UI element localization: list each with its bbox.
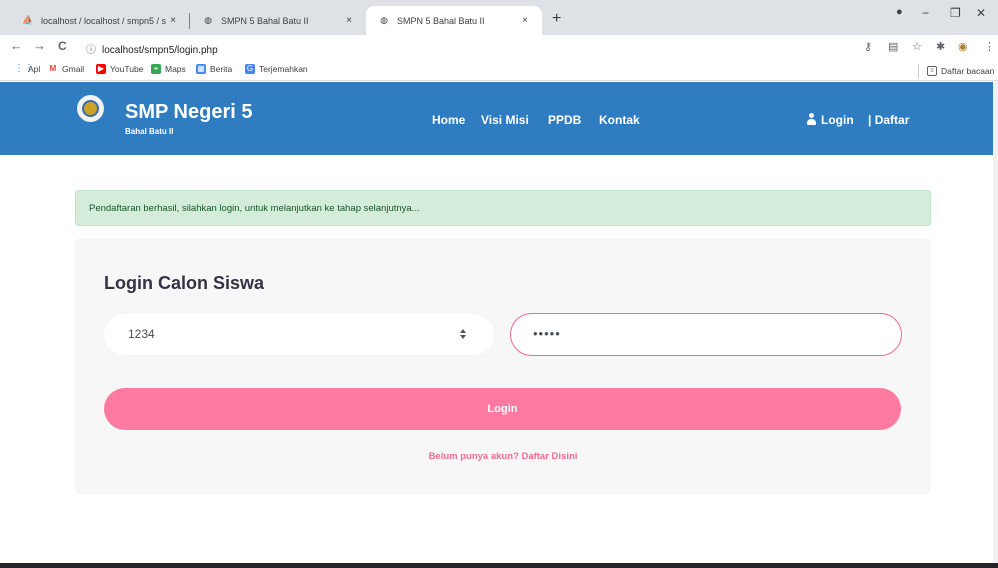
footer: [0, 563, 998, 568]
nav-kontak[interactable]: Kontak: [599, 113, 640, 127]
bookmark-label: Gmail: [62, 64, 85, 74]
extensions-icon[interactable]: ✱: [936, 40, 945, 53]
new-tab-button[interactable]: +: [552, 10, 561, 28]
translate-page-icon[interactable]: ▤: [888, 40, 898, 53]
nav-ppdb[interactable]: PPDB: [548, 113, 581, 127]
avatar[interactable]: ◉: [958, 40, 968, 53]
login-button[interactable]: Login: [104, 388, 901, 430]
gmail-icon: M: [49, 64, 57, 73]
phpmyadmin-favicon-icon: ⛵: [22, 15, 34, 25]
url-field[interactable]: ⓘ localhost/smpn5/login.php: [86, 41, 218, 56]
tab-title: SMPN 5 Bahal Batu II: [397, 15, 485, 26]
login-title: Login Calon Siswa: [104, 273, 265, 293]
forward-button[interactable]: →: [33, 38, 46, 53]
menu-kebab-icon[interactable]: ⋮: [984, 40, 995, 53]
bookmark-maps[interactable]: ⌖ Maps: [151, 64, 186, 74]
minimize-button[interactable]: −: [922, 6, 929, 20]
success-alert: Pendaftaran berhasil, silahkan login, un…: [75, 190, 931, 226]
tab-close-icon[interactable]: ×: [518, 15, 532, 26]
school-logo[interactable]: [77, 95, 104, 122]
bookmark-label: YouTube: [110, 64, 144, 74]
bookmark-berita[interactable]: ▦ Berita: [196, 64, 232, 74]
divider: [918, 64, 919, 78]
url-text: localhost/smpn5/login.php: [102, 45, 218, 56]
nav-visi-misi[interactable]: Visi Misi: [481, 113, 529, 127]
news-icon: ▦: [196, 64, 206, 74]
bookmarks-bar: ⋮⋮ Apl M Gmail ▶ YouTube ⌖ Maps ▦ Berita…: [0, 59, 998, 81]
reading-list-label: Daftar bacaan: [941, 66, 995, 76]
browser-tab-strip: ⛵ localhost / localhost / smpn5 / s × ◍ …: [0, 0, 998, 35]
apps-grid-icon: ⋮⋮: [14, 63, 34, 74]
reading-list-icon: ≡: [927, 66, 937, 76]
bookmark-youtube[interactable]: ▶ YouTube: [96, 64, 143, 74]
nav-login[interactable]: Login: [821, 113, 854, 127]
login-card: Login Calon Siswa 1234 ••••• Login Belum…: [75, 238, 931, 494]
browser-tab-smpn5[interactable]: ◍ SMPN 5 Bahal Batu II ×: [190, 6, 366, 35]
tab-title: SMPN 5 Bahal Batu II: [221, 15, 309, 26]
bookmark-label: Maps: [165, 64, 186, 74]
number-spinner-icon[interactable]: [459, 329, 467, 341]
profile-icon[interactable]: ●: [896, 6, 903, 18]
brand-name[interactable]: SMP Negeri 5: [125, 101, 252, 124]
bookmark-terjemahkan[interactable]: G Terjemahkan: [245, 64, 308, 74]
bookmark-label: Terjemahkan: [259, 64, 308, 74]
tab-close-icon[interactable]: ×: [166, 15, 180, 26]
bookmark-label: Berita: [210, 64, 233, 74]
reading-list[interactable]: ≡ Daftar bacaan: [918, 64, 994, 78]
back-button[interactable]: ←: [10, 38, 23, 53]
browser-tab-phpmyadmin[interactable]: ⛵ localhost / localhost / smpn5 / s ×: [10, 6, 190, 35]
site-header: SMP Negeri 5 Bahal Batu II Home Visi Mis…: [0, 82, 998, 155]
bookmark-star-icon[interactable]: ☆: [912, 40, 922, 53]
window-close-button[interactable]: ✕: [976, 6, 986, 20]
password-input[interactable]: •••••: [510, 313, 902, 356]
reload-button[interactable]: C: [58, 39, 67, 53]
globe-favicon-icon: ◍: [380, 15, 388, 25]
bookmark-apps[interactable]: ⋮⋮ Apl: [14, 63, 41, 75]
bookmark-gmail[interactable]: M Gmail: [48, 64, 85, 74]
nav-home[interactable]: Home: [432, 113, 465, 127]
globe-favicon-icon: ◍: [204, 15, 212, 25]
bookmark-label: Apl: [28, 64, 41, 74]
restore-button[interactable]: ❐: [950, 6, 961, 20]
nisn-value: 1234: [128, 327, 155, 341]
tab-title: localhost / localhost / smpn5 / s: [41, 15, 166, 26]
tut-wuri-emblem-icon: [82, 100, 99, 117]
key-icon[interactable]: ⚷: [864, 40, 872, 53]
nav-daftar[interactable]: | Daftar: [868, 113, 909, 127]
address-bar-row: ← → C ⓘ localhost/smpn5/login.php ⚷ ▤ ☆ ✱…: [0, 35, 998, 59]
maps-icon: ⌖: [151, 64, 161, 74]
page-scrollbar[interactable]: [993, 82, 998, 563]
browser-tab-active[interactable]: ◍ SMPN 5 Bahal Batu II ×: [366, 6, 542, 35]
translate-icon: G: [245, 64, 255, 74]
user-icon: [806, 113, 817, 125]
nisn-number-input[interactable]: 1234: [104, 314, 494, 355]
site-info-icon[interactable]: ⓘ: [86, 41, 96, 56]
tab-close-icon[interactable]: ×: [342, 15, 356, 26]
youtube-icon: ▶: [96, 64, 106, 74]
register-link[interactable]: Belum punya akun? Daftar Disini: [75, 451, 931, 462]
brand-subtitle: Bahal Batu II: [125, 127, 174, 136]
